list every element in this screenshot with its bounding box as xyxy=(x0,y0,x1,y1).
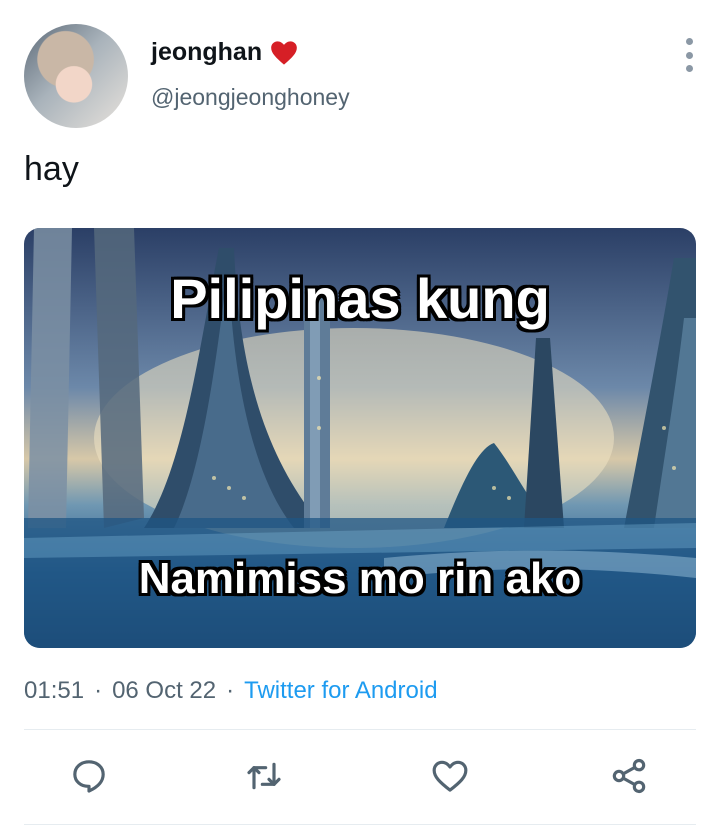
tweet-text: hay xyxy=(24,150,79,188)
meta-separator: · xyxy=(94,677,103,704)
tweet-actions xyxy=(0,752,720,808)
reply-icon xyxy=(73,760,105,793)
reply-button[interactable] xyxy=(65,752,113,800)
meme-caption-top: Pilipinas kung xyxy=(170,267,550,330)
retweet-icon xyxy=(247,762,281,790)
divider xyxy=(24,729,696,730)
tweet-meta: 01:51 · 06 Oct 22 · Twitter for Android xyxy=(24,677,438,705)
heart-icon xyxy=(271,40,297,65)
like-icon xyxy=(432,760,468,792)
tweet-time[interactable]: 01:51 xyxy=(24,677,84,705)
retweet-button[interactable] xyxy=(240,752,288,800)
share-button[interactable] xyxy=(605,752,653,800)
avatar[interactable] xyxy=(24,24,128,128)
more-options-icon[interactable] xyxy=(681,38,697,72)
user-name-row: jeonghan xyxy=(151,38,298,67)
like-button[interactable] xyxy=(426,752,474,800)
share-icon xyxy=(612,758,646,794)
tweet-date[interactable]: 06 Oct 22 xyxy=(112,677,216,705)
display-name[interactable]: jeonghan xyxy=(151,38,262,67)
tweet-source-link[interactable]: Twitter for Android xyxy=(244,677,437,705)
user-handle[interactable]: @jeongjeonghoney xyxy=(151,84,350,111)
meme-caption-bottom: Namimiss mo rin ako xyxy=(138,554,582,603)
meta-separator: · xyxy=(226,677,235,704)
divider xyxy=(24,824,696,825)
tweet-media-image[interactable]: Pilipinas kung Namimiss mo rin ako xyxy=(24,228,696,648)
